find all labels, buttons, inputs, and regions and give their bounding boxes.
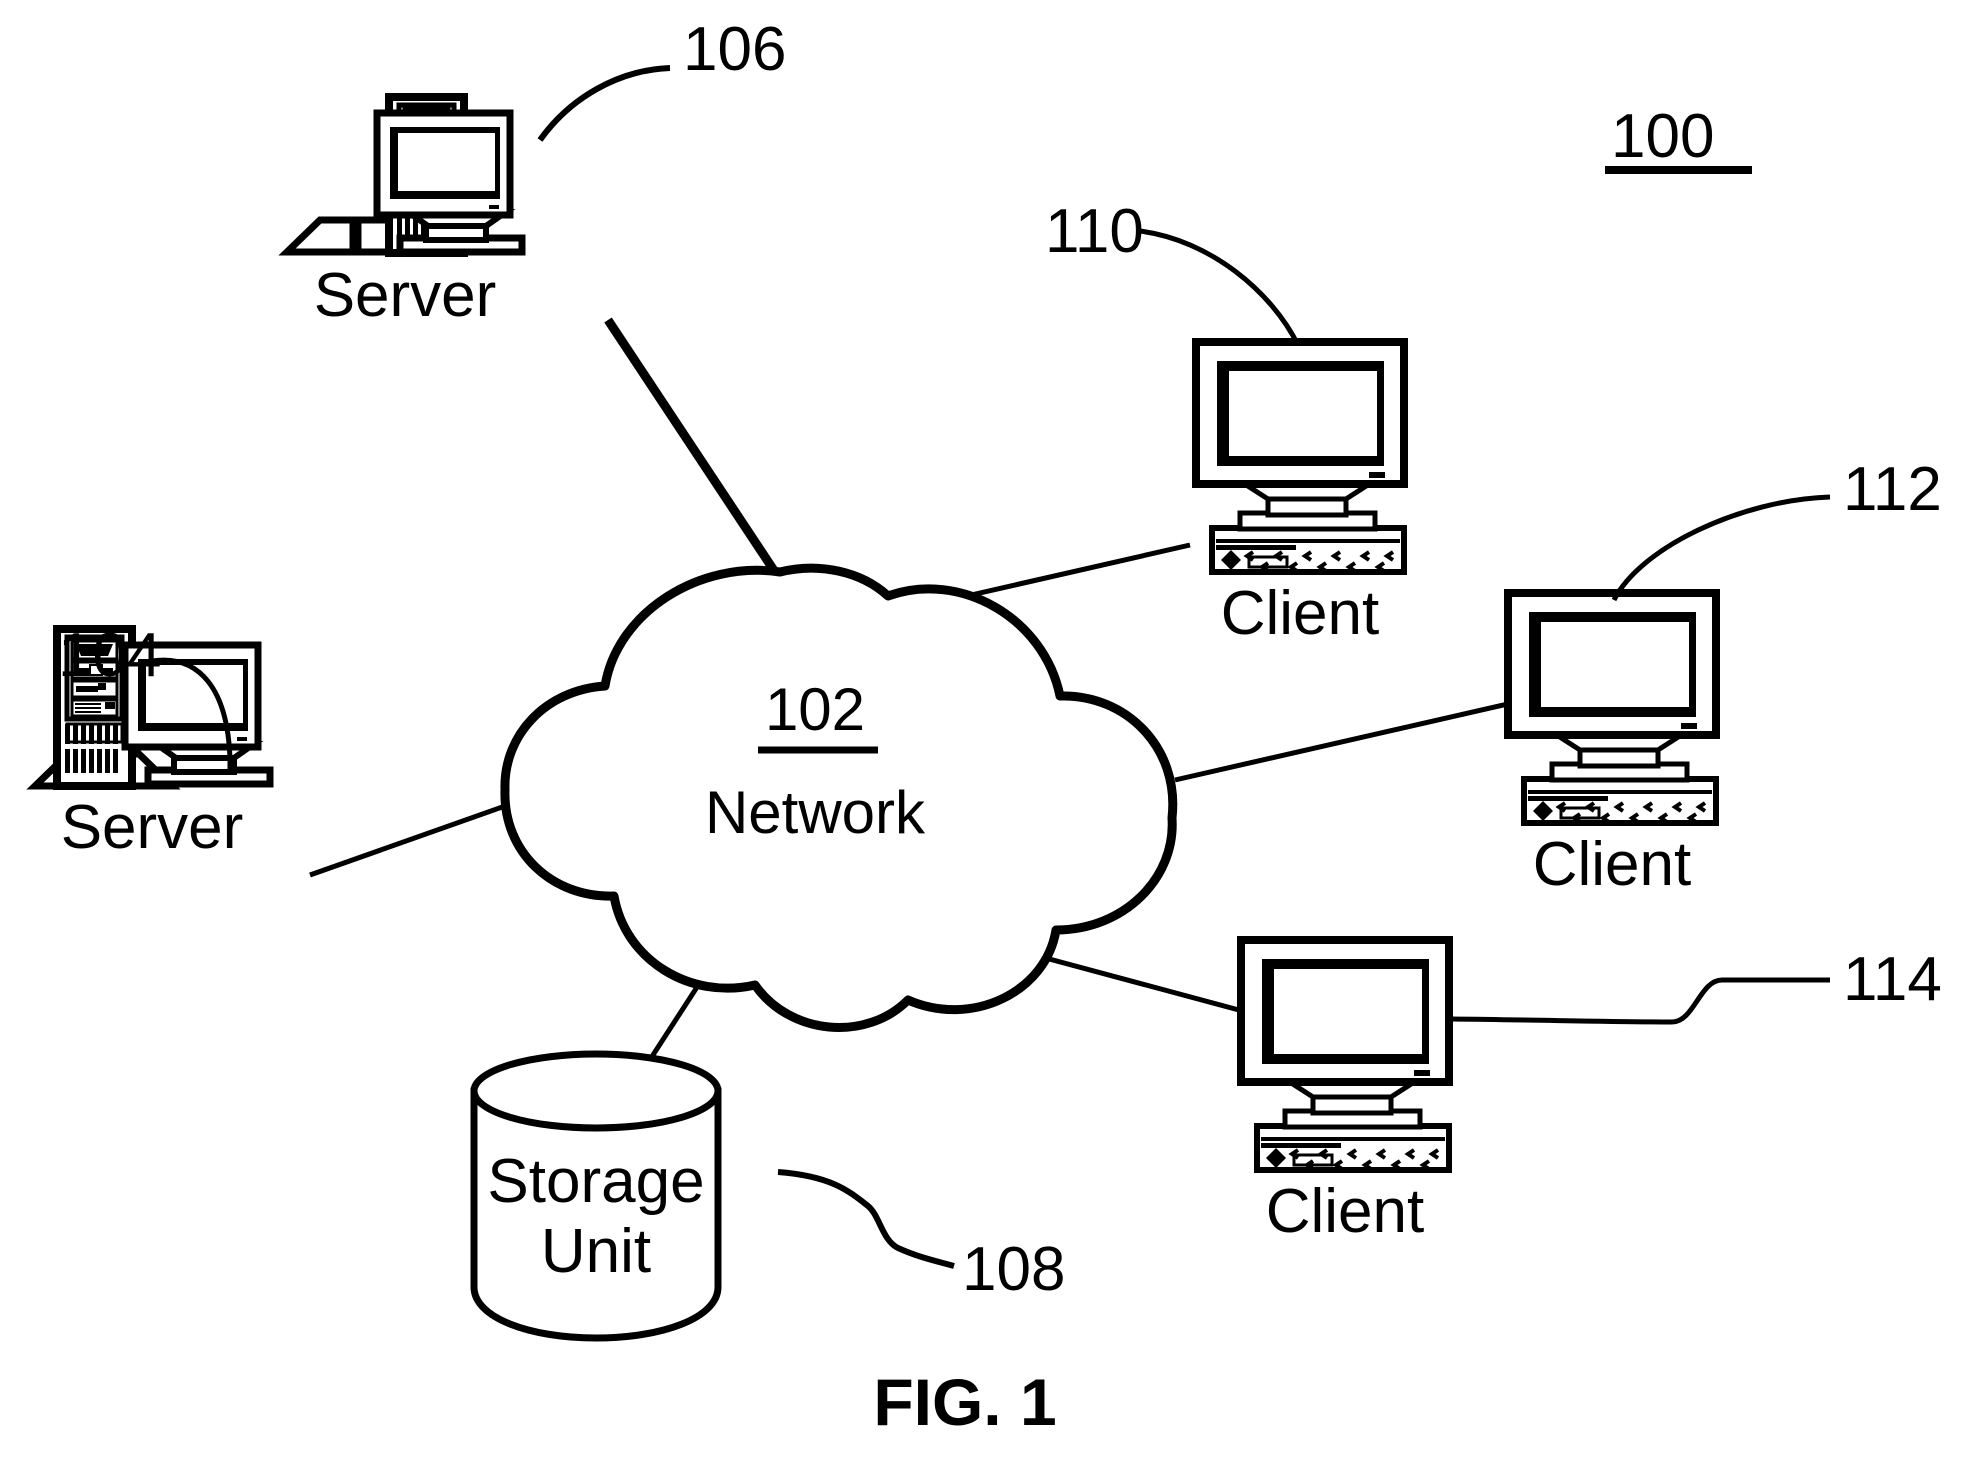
ref-108: 108 — [962, 1235, 1065, 1304]
leader-108 — [777, 1169, 955, 1269]
keyboard-bar — [1216, 545, 1296, 550]
ref-104: 104 — [58, 621, 161, 690]
monitor-power-led — [1369, 472, 1385, 478]
monitor-power-led — [489, 205, 499, 209]
ref-106: 106 — [683, 15, 786, 84]
server-106-label: Server — [314, 261, 497, 330]
storage-108[interactable]: Storage Unit — [470, 1050, 722, 1342]
leader-106 — [537, 65, 671, 142]
client-112[interactable]: Client — [1504, 589, 1720, 899]
monitor-screen — [398, 133, 495, 191]
leader-112 — [1611, 494, 1831, 602]
figure-canvas: 102 Network Server Server Storage Unit C… — [26, 15, 1942, 1439]
monitor-power-led — [1414, 1070, 1430, 1076]
storage-label-line1: Storage — [487, 1147, 704, 1216]
tower-feet — [278, 216, 357, 256]
figure-caption: FIG. 1 — [873, 1365, 1056, 1439]
tower-bay-4-lines — [75, 703, 101, 713]
keyboard-bar — [1261, 1143, 1341, 1148]
ref-114: 114 — [1843, 945, 1942, 1014]
ref-110: 110 — [1045, 197, 1144, 266]
link-client110-network — [957, 542, 1191, 601]
tower-bay-4-box — [105, 702, 115, 709]
client-112-label: Client — [1533, 830, 1692, 899]
keyboard-bar — [1528, 796, 1608, 801]
ref-100: 100 — [1611, 102, 1714, 171]
server-104-label: Server — [61, 793, 244, 862]
network-ref: 102 — [765, 676, 865, 743]
client-110-label: Client — [1221, 579, 1380, 648]
client-114-label: Client — [1266, 1177, 1425, 1246]
network-cloud[interactable]: 102 Network — [500, 563, 1178, 1032]
link-client112-network — [1174, 697, 1526, 783]
monitor-power-led — [237, 737, 247, 741]
network-label: Network — [705, 779, 926, 846]
client-114[interactable]: Client — [1237, 936, 1453, 1246]
cylinder-top — [470, 1050, 722, 1132]
link-server106-network — [604, 317, 781, 578]
monitor-power-led — [1681, 723, 1697, 729]
patent-figure-1: 102 Network Server Server Storage Unit C… — [0, 0, 1967, 1465]
leader-114 — [1451, 977, 1830, 1025]
monitor-screen — [1229, 371, 1377, 456]
monitor-screen — [1541, 622, 1689, 707]
client-110[interactable]: Client — [1192, 338, 1408, 648]
leader-110 — [1139, 228, 1301, 347]
monitor-screen — [1274, 969, 1422, 1054]
ref-112: 112 — [1843, 455, 1942, 524]
storage-label-line2: Unit — [541, 1217, 651, 1286]
server-106[interactable]: Server — [278, 93, 526, 330]
